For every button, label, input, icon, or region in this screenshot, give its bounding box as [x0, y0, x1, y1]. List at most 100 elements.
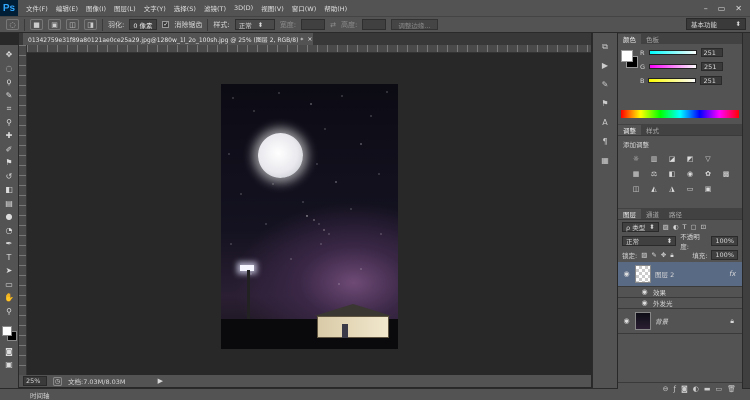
height-input[interactable]: [362, 19, 387, 30]
add-selection-icon[interactable]: ▣: [48, 19, 61, 30]
lock-position-icon[interactable]: ✥: [661, 251, 666, 259]
outer-glow-row[interactable]: ◉ 外发光: [618, 298, 742, 309]
tab-layers[interactable]: 图层: [618, 209, 641, 219]
zoom-field[interactable]: 25%: [23, 376, 47, 386]
type-tool-icon[interactable]: T: [2, 252, 16, 263]
filter-adjust-icon[interactable]: ◐: [673, 223, 679, 231]
pen-tool-icon[interactable]: ✒: [2, 238, 16, 249]
blend-mode-select[interactable]: 正常 ⬍: [622, 236, 677, 246]
new-layer-icon[interactable]: ▭: [715, 385, 722, 393]
vertical-ruler[interactable]: [19, 45, 27, 375]
horizontal-ruler[interactable]: [27, 45, 591, 53]
link-layers-icon[interactable]: ⊖: [663, 385, 669, 393]
photo-filter-icon[interactable]: ◉: [684, 169, 696, 179]
tab-paths[interactable]: 路径: [664, 209, 687, 219]
r-value-input[interactable]: 251: [700, 48, 723, 57]
gradient-tool-icon[interactable]: ▤: [2, 198, 16, 209]
black-white-icon[interactable]: ◧: [666, 169, 678, 179]
new-group-icon[interactable]: ▬: [704, 385, 711, 393]
fx-icon[interactable]: fx: [729, 270, 736, 278]
opacity-input[interactable]: 100%: [711, 236, 738, 246]
b-slider[interactable]: [648, 78, 697, 83]
menu-edit[interactable]: 编辑(E): [52, 3, 82, 13]
levels-icon[interactable]: ▥: [648, 154, 660, 164]
history-panel-icon[interactable]: ⧉: [598, 41, 612, 53]
color-spectrum[interactable]: [621, 110, 739, 118]
swap-icon[interactable]: ⇄: [330, 21, 336, 29]
properties-panel-icon[interactable]: ▦: [598, 155, 612, 167]
menu-3d[interactable]: 3D(D): [230, 4, 257, 12]
restore-button[interactable]: ▭: [718, 4, 726, 13]
canvas-area[interactable]: [27, 53, 591, 375]
add-style-icon[interactable]: ƒ: [673, 385, 675, 393]
layer-name[interactable]: 背景: [655, 316, 668, 326]
foreground-background-swatch[interactable]: [1, 325, 17, 343]
hand-tool-icon[interactable]: ✋: [2, 292, 16, 303]
zoom-tool-icon[interactable]: ⚲: [2, 306, 16, 317]
visibility-eye-icon[interactable]: ◉: [622, 317, 631, 325]
tab-adjustments[interactable]: 调整: [618, 125, 641, 135]
visibility-eye-icon[interactable]: ◉: [622, 270, 631, 278]
actions-panel-icon[interactable]: ▶: [598, 60, 612, 72]
menu-window[interactable]: 窗口(W): [288, 3, 321, 13]
clone-source-panel-icon[interactable]: ⚑: [598, 98, 612, 110]
filter-shape-icon[interactable]: ▢: [690, 223, 696, 231]
delete-layer-icon[interactable]: 🗑︎: [727, 385, 736, 393]
panel-scrollbar[interactable]: [742, 33, 750, 388]
brush-panel-icon[interactable]: ✎: [598, 79, 612, 91]
invert-icon[interactable]: ◫: [630, 184, 642, 194]
healing-brush-tool-icon[interactable]: ✚: [2, 130, 16, 141]
crop-tool-icon[interactable]: ⌗: [2, 103, 16, 114]
r-slider[interactable]: [648, 50, 697, 55]
paragraph-panel-icon[interactable]: ¶: [598, 136, 612, 148]
menu-select[interactable]: 选择(S): [170, 3, 200, 13]
lock-transparent-icon[interactable]: ▨: [641, 251, 647, 259]
marquee-tool-icon[interactable]: ◌: [2, 63, 16, 74]
close-tab-icon[interactable]: ×: [307, 36, 312, 43]
move-tool-icon[interactable]: ✥: [2, 49, 16, 60]
posterize-icon[interactable]: ◭: [648, 184, 660, 194]
threshold-icon[interactable]: ◮: [666, 184, 678, 194]
blur-tool-icon[interactable]: ●: [2, 211, 16, 222]
tab-channels[interactable]: 通道: [641, 209, 664, 219]
layer-effects-row[interactable]: ◉ 效果: [618, 287, 742, 298]
effects-eye-icon[interactable]: ◉: [640, 288, 649, 296]
menu-layer[interactable]: 图层(L): [110, 3, 140, 13]
close-button[interactable]: ✕: [735, 4, 742, 13]
menu-image[interactable]: 图像(I): [82, 3, 110, 13]
menu-type[interactable]: 文字(Y): [140, 3, 170, 13]
layer-filter-select[interactable]: ρ 类型 ⬍: [622, 222, 659, 232]
minimize-button[interactable]: –: [704, 4, 708, 13]
screen-mode-icon[interactable]: ▣: [2, 359, 16, 370]
workspace-select[interactable]: 基本功能 ⬍: [686, 18, 746, 30]
filter-smart-icon[interactable]: ⊡: [701, 223, 706, 231]
style-select[interactable]: 正常 ⬍: [234, 19, 275, 30]
menu-filter[interactable]: 滤镜(T): [200, 3, 230, 13]
new-adjustment-icon[interactable]: ◐: [693, 385, 699, 393]
width-input[interactable]: [301, 19, 326, 30]
quick-mask-icon[interactable]: ◙: [2, 346, 16, 357]
brightness-icon[interactable]: ☼: [630, 154, 642, 164]
fill-input[interactable]: 100%: [711, 250, 738, 260]
quick-select-tool-icon[interactable]: ✎: [2, 90, 16, 101]
status-menu-arrow[interactable]: ▶: [158, 377, 163, 385]
eyedropper-tool-icon[interactable]: ⚲: [2, 117, 16, 128]
refine-edge-button[interactable]: 调整边缘...: [391, 19, 438, 30]
outer-glow-eye-icon[interactable]: ◉: [640, 299, 649, 307]
subtract-selection-icon[interactable]: ◫: [66, 19, 79, 30]
tab-color[interactable]: 颜色: [618, 34, 641, 44]
color-lookup-icon[interactable]: ▩: [720, 169, 732, 179]
layer-item-background[interactable]: ◉ 背景 🔒︎: [618, 309, 742, 334]
selective-color-icon[interactable]: ▣: [702, 184, 714, 194]
shape-tool-icon[interactable]: ▭: [2, 279, 16, 290]
document-tab[interactable]: 01342759e31f89a80121ae0ce25a29.jpg@1280w…: [23, 33, 313, 45]
panel-foreground-color[interactable]: [621, 50, 633, 62]
channel-mixer-icon[interactable]: ✿: [702, 169, 714, 179]
exposure-icon[interactable]: ◩: [684, 154, 696, 164]
color-balance-icon[interactable]: ⚖: [648, 169, 660, 179]
menu-help[interactable]: 帮助(H): [320, 3, 351, 13]
feather-input[interactable]: 0 像素: [129, 19, 158, 30]
document-image[interactable]: [221, 84, 398, 349]
character-panel-icon[interactable]: A: [598, 117, 612, 129]
dodge-tool-icon[interactable]: ◔: [2, 225, 16, 236]
